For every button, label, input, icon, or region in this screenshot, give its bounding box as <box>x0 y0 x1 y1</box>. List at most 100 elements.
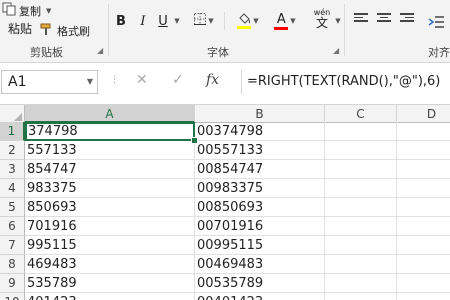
cell-d[interactable] <box>397 255 450 274</box>
cell-c[interactable] <box>325 293 397 300</box>
cell-b[interactable]: 00535789 <box>195 274 325 293</box>
formula-controls: ⋮ ✕ ✓ fx =RIGHT(TEXT(RAND(),"@"),6) <box>104 70 450 94</box>
cell-b[interactable]: 00854747 <box>195 160 325 179</box>
cell-d[interactable] <box>397 141 450 160</box>
column-header-d[interactable]: D <box>397 105 450 123</box>
cell-d[interactable] <box>397 274 450 293</box>
row-header[interactable]: 9 <box>0 274 25 293</box>
ribbon: 复制 ▼ 格式刷 粘贴 剪贴板 ◢ B I U ▼ ▼ ▼ A ▼ wén 文 … <box>0 0 450 63</box>
phonetic-char: 文 <box>315 16 328 30</box>
underline-button[interactable]: U <box>156 12 170 30</box>
fill-color-button[interactable]: ▼ <box>232 12 264 30</box>
column-header-c[interactable]: C <box>325 105 397 123</box>
font-color-letter: A <box>276 12 286 27</box>
active-cell[interactable]: 374798 <box>25 122 195 141</box>
cell-c[interactable] <box>325 274 397 293</box>
cell-a[interactable]: 535789 <box>25 274 195 293</box>
name-box-dropdown-icon[interactable]: ▼ <box>87 71 93 93</box>
name-box[interactable]: A1 ▼ <box>1 70 98 94</box>
cell-c[interactable] <box>325 160 397 179</box>
formula-bar-grip-icon: ⋮ <box>110 75 119 85</box>
fill-color-icon <box>237 13 252 29</box>
cell-a[interactable]: 701916 <box>25 217 195 236</box>
cell-c[interactable] <box>325 236 397 255</box>
fill-handle[interactable] <box>191 137 198 144</box>
cell-b[interactable]: 00401423 <box>195 293 325 300</box>
phonetic-dropdown-icon[interactable]: ▼ <box>333 12 341 30</box>
align-left-icon[interactable] <box>354 13 368 25</box>
cell-d[interactable] <box>397 217 450 236</box>
align-center-icon[interactable] <box>377 13 391 25</box>
cell-a[interactable]: 854747 <box>25 160 195 179</box>
cell-b[interactable]: 00983375 <box>195 179 325 198</box>
cell-c[interactable] <box>325 141 397 160</box>
cell-c[interactable] <box>325 255 397 274</box>
cell-a[interactable]: 850693 <box>25 198 195 217</box>
cell-b[interactable]: 00850693 <box>195 198 325 217</box>
table-row: 8 469483 00469483 <box>0 255 450 274</box>
phonetic-button[interactable]: wén 文 <box>309 8 335 30</box>
cell-d[interactable] <box>397 293 450 300</box>
row-header[interactable]: 2 <box>0 141 25 160</box>
formula-input[interactable]: =RIGHT(TEXT(RAND(),"@"),6) <box>241 70 450 94</box>
column-header-a[interactable]: A <box>25 105 195 123</box>
copy-label: 复制 <box>19 4 41 18</box>
cell-d[interactable] <box>397 198 450 217</box>
row-header[interactable]: 8 <box>0 255 25 274</box>
bold-button[interactable]: B <box>114 12 128 30</box>
underline-dropdown-icon[interactable]: ▼ <box>171 12 181 30</box>
name-box-value: A1 <box>8 74 27 90</box>
cell-c[interactable] <box>325 217 397 236</box>
format-painter-button[interactable]: 格式刷 <box>40 22 90 39</box>
table-row: 1040142300401423 <box>0 293 450 300</box>
column-header-b[interactable]: B <box>195 105 325 123</box>
row-header[interactable]: 1 <box>0 122 25 141</box>
format-painter-icon <box>40 22 54 39</box>
cell-a[interactable]: 401423 <box>25 293 195 300</box>
row-header[interactable]: 4 <box>0 179 25 198</box>
cell-b[interactable]: 00557133 <box>195 141 325 160</box>
cell-b[interactable]: 00995115 <box>195 236 325 255</box>
fill-color-bar <box>237 26 252 29</box>
borders-button[interactable]: ▼ <box>193 12 215 30</box>
italic-button[interactable]: I <box>136 12 150 30</box>
row-header[interactable]: 10 <box>0 293 25 300</box>
cell-d[interactable] <box>397 236 450 255</box>
copy-icon <box>2 2 16 19</box>
cell-c[interactable] <box>325 122 397 141</box>
select-all-button[interactable] <box>0 105 25 123</box>
cell-b[interactable]: 00469483 <box>195 255 325 274</box>
cell-a[interactable]: 469483 <box>25 255 195 274</box>
row-header[interactable]: 3 <box>0 160 25 179</box>
table-row: 7 995115 00995115 <box>0 236 450 255</box>
indent-icon[interactable] <box>428 13 444 28</box>
cell-c[interactable] <box>325 179 397 198</box>
copy-button[interactable]: 复制 ▼ <box>2 2 51 19</box>
cell-b[interactable]: 00374798 <box>195 122 325 141</box>
row-header[interactable]: 5 <box>0 198 25 217</box>
cell-c[interactable] <box>325 198 397 217</box>
copy-dropdown-icon[interactable]: ▼ <box>46 7 51 15</box>
font-launcher-icon[interactable]: ◢ <box>333 46 339 55</box>
cell-d[interactable] <box>397 160 450 179</box>
align-right-icon[interactable] <box>400 13 414 25</box>
cell-b[interactable]: 00701916 <box>195 217 325 236</box>
cell-a[interactable]: 995115 <box>25 236 195 255</box>
table-row: 4 983375 00983375 <box>0 179 450 198</box>
cell-d[interactable] <box>397 179 450 198</box>
cell-d[interactable] <box>397 122 450 141</box>
cancel-icon[interactable]: ✕ <box>136 72 148 88</box>
font-separator <box>224 12 225 30</box>
font-group-label: 字体 <box>207 46 229 59</box>
row-header[interactable]: 7 <box>0 236 25 255</box>
cell-a[interactable]: 557133 <box>25 141 195 160</box>
paste-label[interactable]: 粘贴 <box>8 20 32 37</box>
font-color-button[interactable]: A ▼ <box>269 12 301 30</box>
cell-a[interactable]: 983375 <box>25 179 195 198</box>
enter-icon[interactable]: ✓ <box>172 72 184 88</box>
table-row: 5 850693 00850693 <box>0 198 450 217</box>
row-header[interactable]: 6 <box>0 217 25 236</box>
table-row: 3 854747 00854747 <box>0 160 450 179</box>
clipboard-launcher-icon[interactable]: ◢ <box>97 46 103 55</box>
insert-function-icon[interactable]: fx <box>206 72 219 88</box>
